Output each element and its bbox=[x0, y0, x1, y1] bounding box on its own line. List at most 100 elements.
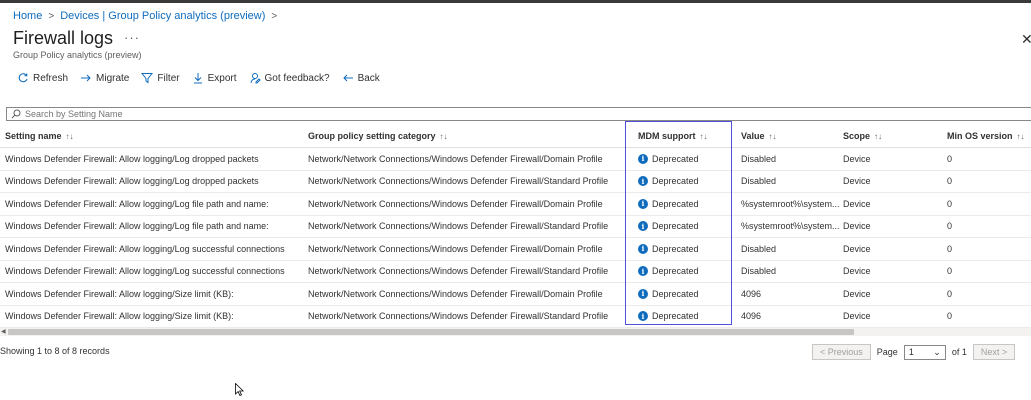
setting-name-cell: Windows Defender Firewall: Allow logging… bbox=[5, 311, 234, 322]
pagination: < Previous Page 1 ⌄ of 1 Next > bbox=[812, 344, 1016, 360]
search-icon bbox=[11, 109, 21, 119]
info-icon[interactable]: i bbox=[638, 153, 648, 164]
next-page-button[interactable]: Next > bbox=[972, 344, 1016, 360]
page-label: Page bbox=[876, 347, 898, 357]
scope-cell: Device bbox=[843, 198, 871, 209]
column-header-category[interactable]: Group policy setting category ↑↓ bbox=[308, 125, 628, 147]
category-cell: Network/Network Connections/Windows Defe… bbox=[308, 243, 603, 254]
migrate-button[interactable]: Migrate bbox=[80, 72, 129, 84]
category-cell: Network/Network Connections/Windows Defe… bbox=[308, 288, 603, 299]
info-icon[interactable]: i bbox=[638, 288, 648, 299]
mdm-support-cell: i Deprecated bbox=[638, 238, 733, 260]
setting-name-cell: Windows Defender Firewall: Allow logging… bbox=[5, 221, 269, 232]
min-os-cell: 0 bbox=[947, 198, 953, 209]
value-cell: %systemroot%\system... bbox=[741, 198, 839, 209]
value-cell: %systemroot%\system... bbox=[741, 221, 839, 232]
search-box bbox=[6, 107, 1031, 121]
breadcrumb-home[interactable]: Home bbox=[13, 10, 42, 22]
info-icon[interactable]: i bbox=[638, 243, 648, 254]
refresh-button[interactable]: Refresh bbox=[17, 72, 68, 84]
info-icon[interactable]: i bbox=[638, 198, 648, 209]
table-row[interactable]: Windows Defender Firewall: Allow logging… bbox=[0, 216, 1031, 238]
scrollbar-thumb[interactable] bbox=[8, 329, 854, 335]
download-icon bbox=[193, 73, 202, 84]
info-icon[interactable]: i bbox=[638, 311, 648, 322]
column-header-setting-name[interactable]: Setting name ↑↓ bbox=[5, 125, 305, 147]
setting-name-cell: Windows Defender Firewall: Allow logging… bbox=[5, 266, 285, 277]
value-cell: Disabled bbox=[741, 243, 777, 254]
value-cell: Disabled bbox=[741, 176, 777, 187]
info-icon[interactable]: i bbox=[638, 176, 648, 187]
table-row[interactable]: Windows Defender Firewall: Allow logging… bbox=[0, 193, 1031, 216]
sort-icon: ↑↓ bbox=[768, 131, 777, 141]
back-label: Back bbox=[357, 72, 380, 84]
min-os-cell: 0 bbox=[947, 153, 953, 164]
scope-cell: Device bbox=[843, 221, 871, 232]
info-icon[interactable]: i bbox=[638, 266, 648, 277]
table-row[interactable]: Windows Defender Firewall: Allow logging… bbox=[0, 283, 1031, 306]
page-select[interactable]: 1 ⌄ bbox=[903, 344, 946, 360]
mdm-support-cell: i Deprecated bbox=[638, 261, 733, 283]
table-row[interactable]: Windows Defender Firewall: Allow logging… bbox=[0, 171, 1031, 193]
page-total: of 1 bbox=[951, 347, 967, 357]
table-row[interactable]: Windows Defender Firewall: Allow logging… bbox=[0, 238, 1031, 261]
export-label: Export bbox=[207, 72, 237, 84]
settings-table: Setting name ↑↓ Group policy setting cate… bbox=[0, 125, 1031, 328]
value-cell: 4096 bbox=[741, 311, 762, 322]
value-cell: Disabled bbox=[741, 266, 777, 277]
setting-name-cell: Windows Defender Firewall: Allow logging… bbox=[5, 176, 259, 187]
record-count: Showing 1 to 8 of 8 records bbox=[0, 346, 110, 356]
info-icon[interactable]: i bbox=[638, 221, 648, 232]
column-header-mdm-support[interactable]: MDM support ↑↓ bbox=[638, 125, 733, 147]
setting-name-cell: Windows Defender Firewall: Allow logging… bbox=[5, 288, 234, 299]
refresh-icon bbox=[18, 73, 28, 83]
scope-cell: Device bbox=[843, 153, 871, 164]
mdm-support-cell: i Deprecated bbox=[638, 283, 733, 305]
min-os-cell: 0 bbox=[947, 221, 953, 232]
scope-cell: Device bbox=[843, 243, 871, 254]
back-button[interactable]: Back bbox=[342, 72, 380, 84]
chevron-right-icon: > bbox=[271, 10, 278, 22]
close-icon[interactable]: ✕ bbox=[1021, 31, 1031, 48]
feedback-button[interactable]: Got feedback? bbox=[249, 72, 330, 84]
category-cell: Network/Network Connections/Windows Defe… bbox=[308, 198, 603, 209]
setting-name-cell: Windows Defender Firewall: Allow logging… bbox=[5, 243, 285, 254]
export-button[interactable]: Export bbox=[192, 72, 237, 84]
column-header-scope[interactable]: Scope ↑↓ bbox=[843, 125, 941, 147]
previous-page-button[interactable]: < Previous bbox=[812, 344, 871, 360]
table-row[interactable]: Windows Defender Firewall: Allow logging… bbox=[0, 306, 1031, 328]
sort-icon: ↑↓ bbox=[1016, 131, 1025, 141]
scope-cell: Device bbox=[843, 176, 871, 187]
chevron-right-icon: > bbox=[48, 10, 55, 22]
table-header: Setting name ↑↓ Group policy setting cate… bbox=[0, 125, 1031, 148]
category-cell: Network/Network Connections/Windows Defe… bbox=[308, 266, 609, 277]
sort-icon: ↑↓ bbox=[65, 131, 74, 141]
column-header-min-os-version[interactable]: Min OS version ↑↓ bbox=[947, 125, 1031, 147]
mdm-support-cell: i Deprecated bbox=[638, 216, 733, 238]
search-input[interactable] bbox=[25, 109, 925, 119]
breadcrumb-group-policy-analytics[interactable]: Devices | Group Policy analytics (previe… bbox=[60, 10, 265, 22]
filter-label: Filter bbox=[157, 72, 180, 84]
scope-cell: Device bbox=[843, 288, 871, 299]
column-header-value[interactable]: Value ↑↓ bbox=[741, 125, 839, 147]
table-row[interactable]: Windows Defender Firewall: Allow logging… bbox=[0, 148, 1031, 171]
value-cell: 4096 bbox=[741, 288, 762, 299]
command-bar: Refresh Migrate Filter Export Got feedba… bbox=[17, 72, 380, 84]
page-select-value: 1 bbox=[908, 347, 914, 357]
filter-icon bbox=[141, 73, 154, 84]
min-os-cell: 0 bbox=[947, 288, 953, 299]
chevron-down-icon: ⌄ bbox=[933, 346, 941, 357]
filter-button[interactable]: Filter bbox=[141, 72, 180, 84]
min-os-cell: 0 bbox=[947, 176, 953, 187]
page-subtitle: Group Policy analytics (preview) bbox=[13, 50, 142, 60]
sort-icon: ↑↓ bbox=[439, 131, 448, 141]
more-options-button[interactable]: ··· bbox=[124, 30, 140, 45]
mdm-support-cell: i Deprecated bbox=[638, 148, 733, 170]
mdm-support-cell: i Deprecated bbox=[638, 193, 733, 215]
sort-icon: ↑↓ bbox=[699, 131, 708, 141]
table-row[interactable]: Windows Defender Firewall: Allow logging… bbox=[0, 261, 1031, 283]
horizontal-scrollbar[interactable]: ◀ bbox=[0, 328, 1031, 336]
scroll-left-icon[interactable]: ◀ bbox=[1, 328, 6, 335]
page-title: Firewall logs bbox=[13, 28, 114, 48]
category-cell: Network/Network Connections/Windows Defe… bbox=[308, 311, 609, 322]
